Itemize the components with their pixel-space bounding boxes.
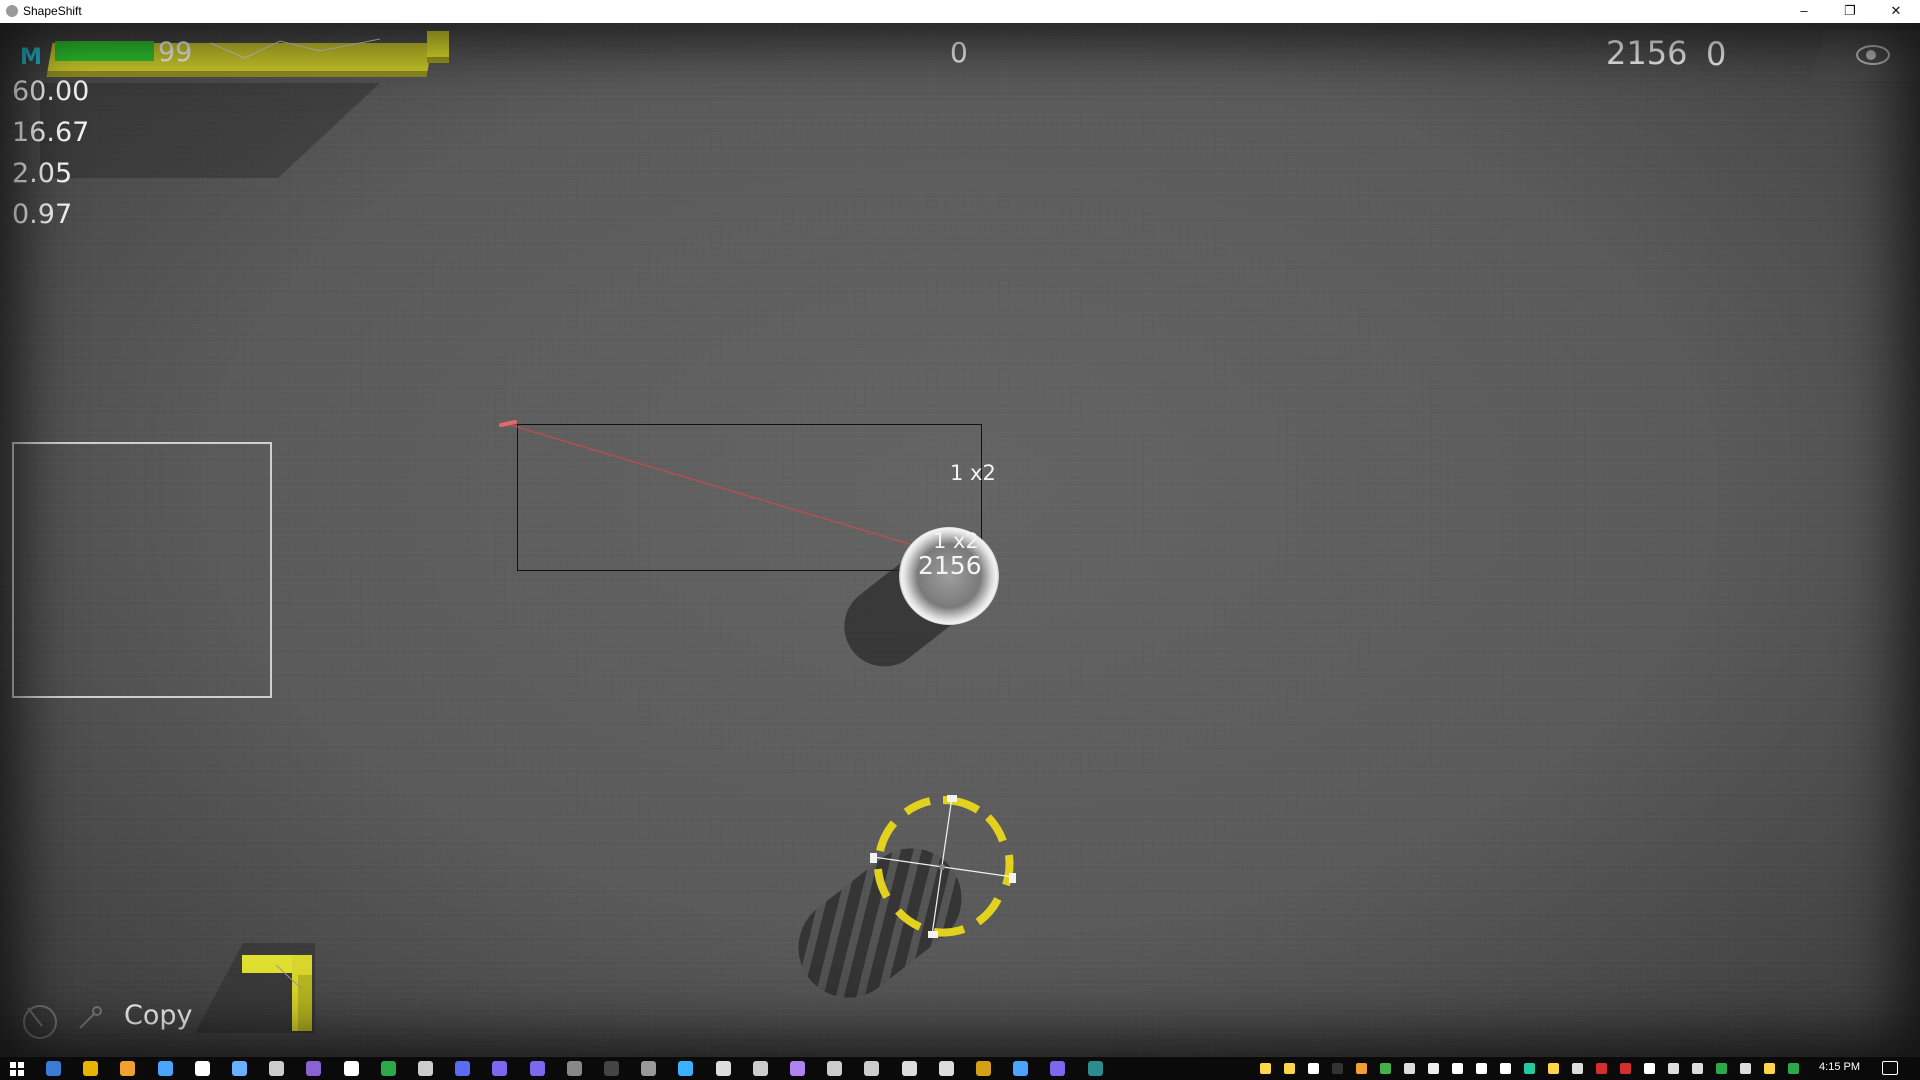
taskbar-app-icon[interactable] (641, 1061, 657, 1076)
tray-icon[interactable] (1668, 1063, 1679, 1074)
app-icon (6, 5, 18, 17)
taskbar-app-icon[interactable] (269, 1061, 285, 1076)
tray-icon[interactable] (1548, 1063, 1559, 1074)
taskbar-app-icon[interactable] (120, 1061, 136, 1076)
taskbar-app-icon[interactable] (566, 1061, 582, 1076)
taskbar-app-icon[interactable] (1087, 1061, 1103, 1076)
taskbar-app-icon[interactable] (194, 1061, 210, 1076)
tray-icon[interactable] (1332, 1063, 1343, 1074)
tray-icon[interactable] (1452, 1063, 1463, 1074)
taskbar-app-icon[interactable] (380, 1061, 396, 1076)
taskbar-app-icon[interactable] (157, 1061, 173, 1076)
notifications-icon[interactable] (1882, 1061, 1898, 1075)
tray-icon[interactable] (1476, 1063, 1487, 1074)
tray-icon[interactable] (1308, 1063, 1319, 1074)
vignette (0, 23, 1920, 1057)
taskbar-app-icon[interactable] (752, 1061, 768, 1076)
taskbar-app-icon[interactable] (343, 1061, 359, 1076)
taskbar-app-icon[interactable] (1050, 1061, 1066, 1076)
taskbar-app-icon[interactable] (1013, 1061, 1029, 1076)
taskbar-app-icon[interactable] (529, 1061, 545, 1076)
tray-icon[interactable] (1524, 1063, 1535, 1074)
taskbar-app-icon[interactable] (418, 1061, 433, 1076)
window-title: ShapeShift (23, 4, 82, 18)
taskbar-app-icon[interactable] (976, 1061, 991, 1076)
taskbar-app-icon[interactable] (455, 1061, 471, 1076)
tray-icon[interactable] (1596, 1063, 1607, 1074)
tray-icon[interactable] (1620, 1063, 1631, 1074)
game-viewport[interactable]: M 99 60.00 16.67 2.05 0.97 0 2156 0 1 x2… (0, 23, 1920, 1057)
close-button[interactable]: ✕ (1874, 0, 1918, 23)
tray-icon[interactable] (1644, 1063, 1655, 1074)
taskbar-app-icon[interactable] (790, 1061, 805, 1076)
tray-icon[interactable] (1380, 1063, 1391, 1074)
taskbar-app-icon[interactable] (827, 1061, 843, 1076)
tray-icon[interactable] (1428, 1063, 1439, 1074)
tray-icon[interactable] (1764, 1063, 1775, 1074)
tray-icon[interactable] (1500, 1063, 1511, 1074)
tray-icon[interactable] (1260, 1063, 1271, 1074)
tray-icon[interactable] (1572, 1063, 1583, 1074)
taskbar-app-icon[interactable] (715, 1061, 731, 1076)
taskbar-app-icon[interactable] (938, 1061, 954, 1076)
window-titlebar: ShapeShift – ❐ ✕ (0, 0, 1920, 23)
restore-button[interactable]: ❐ (1828, 0, 1872, 23)
windows-start-icon[interactable] (10, 1062, 24, 1076)
taskbar-app-icon[interactable] (864, 1061, 880, 1076)
taskbar: 4:15 PM (0, 1057, 1920, 1080)
tray-icon[interactable] (1692, 1063, 1703, 1074)
tray-icon[interactable] (1788, 1063, 1799, 1074)
taskbar-app-icon[interactable] (678, 1061, 694, 1076)
minimize-button[interactable]: – (1782, 0, 1826, 23)
tray-icon[interactable] (1356, 1063, 1367, 1074)
tray-icon[interactable] (1284, 1063, 1295, 1074)
taskbar-app-icon[interactable] (306, 1061, 322, 1076)
taskbar-app-icon[interactable] (492, 1061, 508, 1076)
taskbar-app-icon[interactable] (46, 1061, 61, 1076)
taskbar-app-icon[interactable] (604, 1061, 619, 1076)
tray-icon[interactable] (1404, 1063, 1415, 1074)
taskbar-clock[interactable]: 4:15 PM (1819, 1061, 1860, 1073)
tray-icon[interactable] (1740, 1063, 1751, 1074)
taskbar-app-icon[interactable] (232, 1061, 247, 1076)
taskbar-app-icon[interactable] (901, 1061, 917, 1076)
taskbar-app-icon[interactable] (83, 1061, 99, 1076)
tray-icon[interactable] (1716, 1063, 1727, 1074)
